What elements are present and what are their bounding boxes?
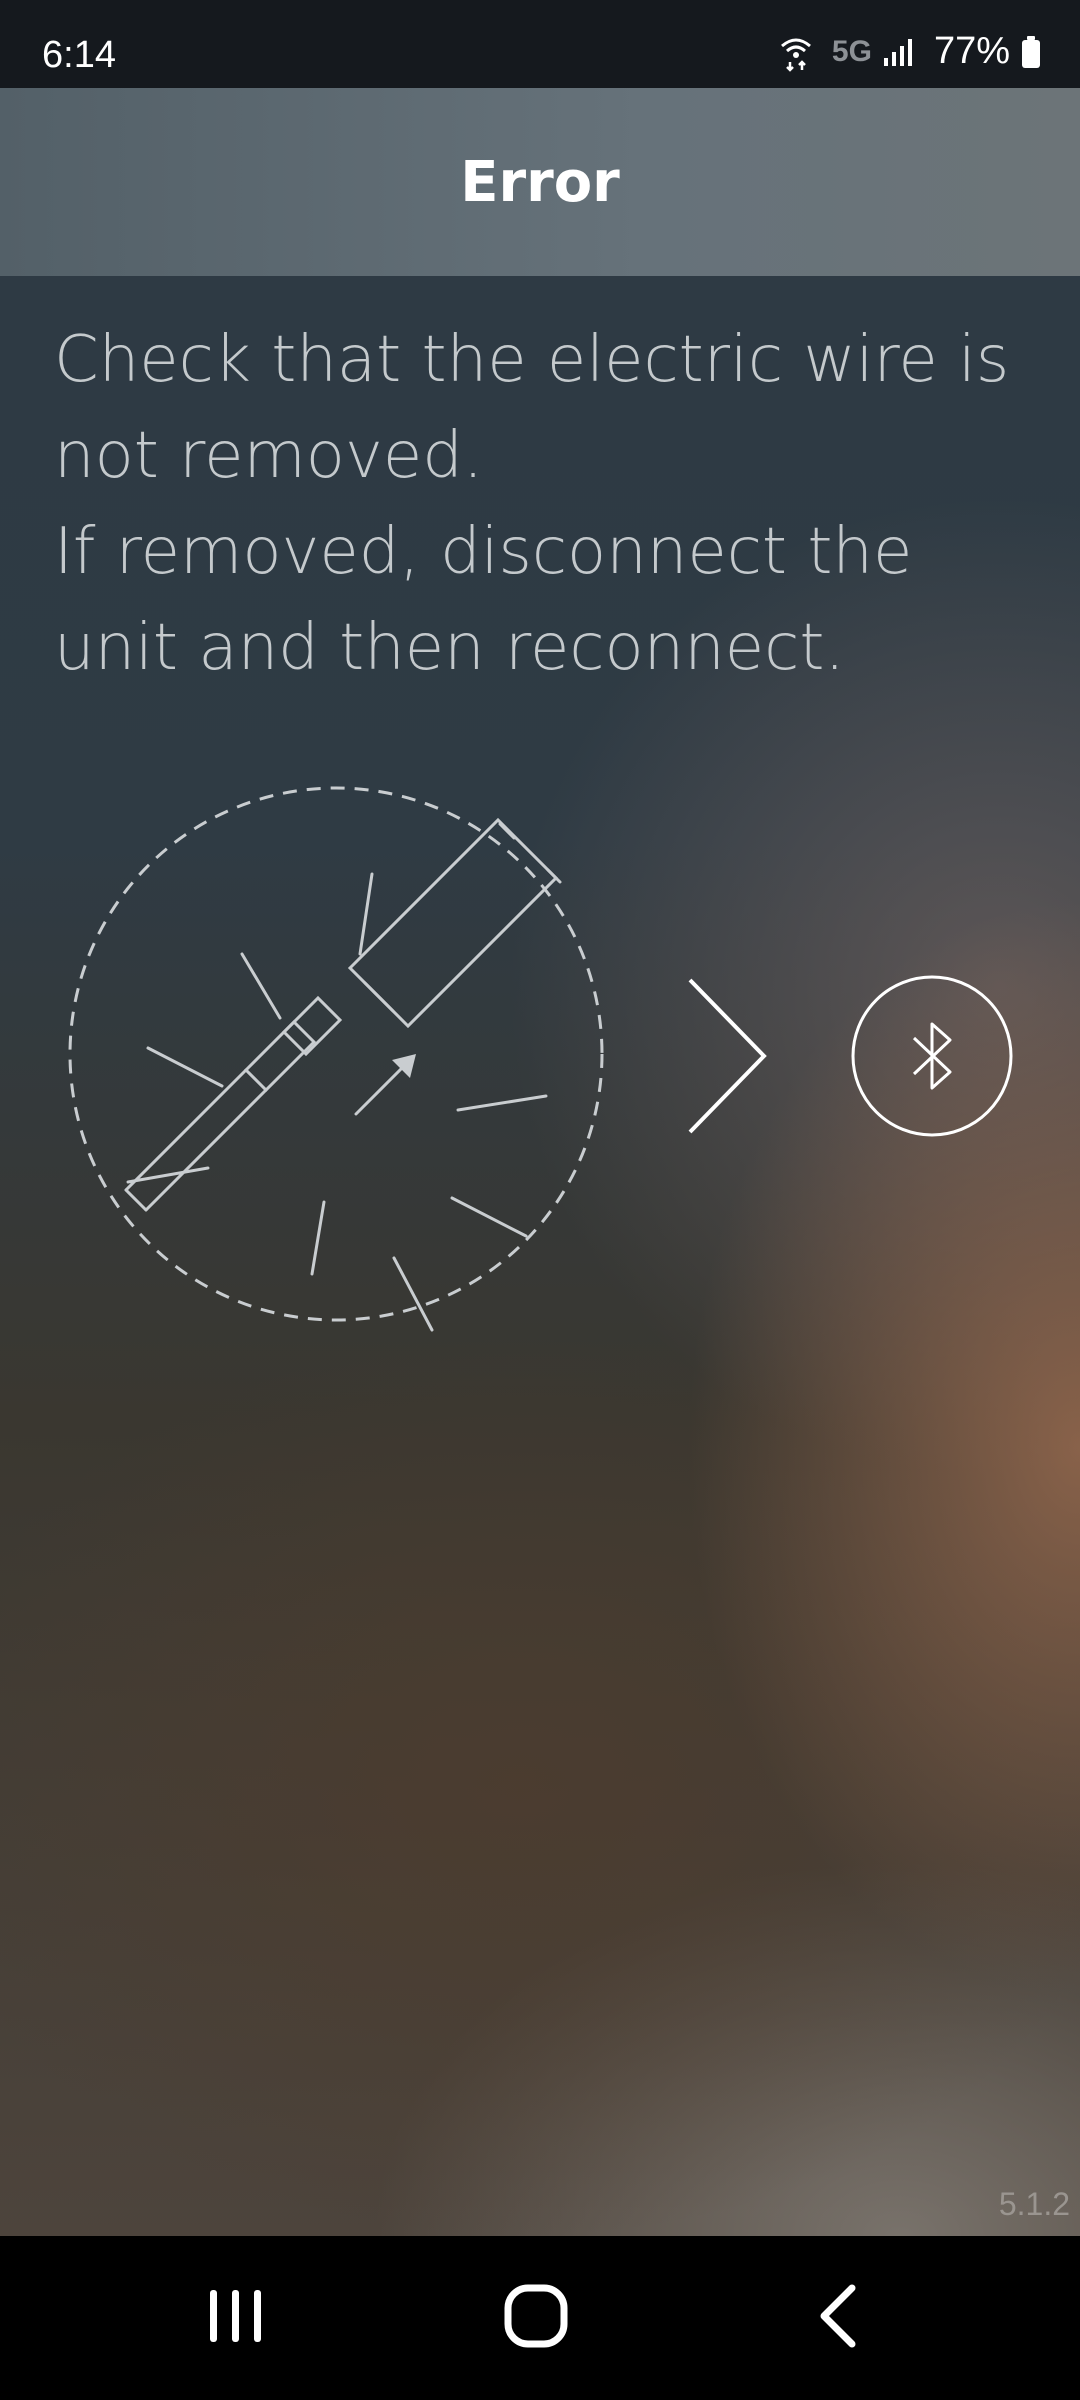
app-version: 5.1.2	[998, 2186, 1070, 2222]
signal-bars-icon	[883, 38, 912, 66]
home-icon[interactable]	[486, 2276, 586, 2356]
status-time: 6:14	[42, 34, 116, 76]
status-bar: 6:14 5G 77%	[0, 0, 1080, 88]
error-message-line: Check that the electric wire is	[54, 323, 1010, 397]
chevron-right-icon	[688, 978, 767, 1134]
page-title: Error	[460, 149, 620, 215]
cable-disconnect-icon	[68, 786, 604, 1332]
error-message-line: unit and then reconnect.	[54, 611, 845, 685]
error-message: Check that the electric wire is not remo…	[54, 312, 1044, 696]
network-type: 5G	[831, 34, 872, 68]
recent-apps-icon[interactable]	[186, 2276, 286, 2356]
header: Error	[0, 88, 1080, 276]
status-icons: 5G 77%	[776, 30, 1042, 73]
bluetooth-icon	[851, 975, 1013, 1137]
main-content: Error Check that the electric wire is no…	[0, 88, 1080, 2236]
navigation-bar	[0, 2236, 1080, 2400]
error-message-line: If removed, disconnect the	[54, 515, 913, 589]
battery-icon	[1022, 35, 1040, 68]
wifi-calling-icon	[780, 38, 811, 72]
back-icon[interactable]	[790, 2276, 890, 2356]
battery-percent: 77%	[933, 30, 1010, 72]
error-message-line: not removed.	[54, 419, 484, 493]
